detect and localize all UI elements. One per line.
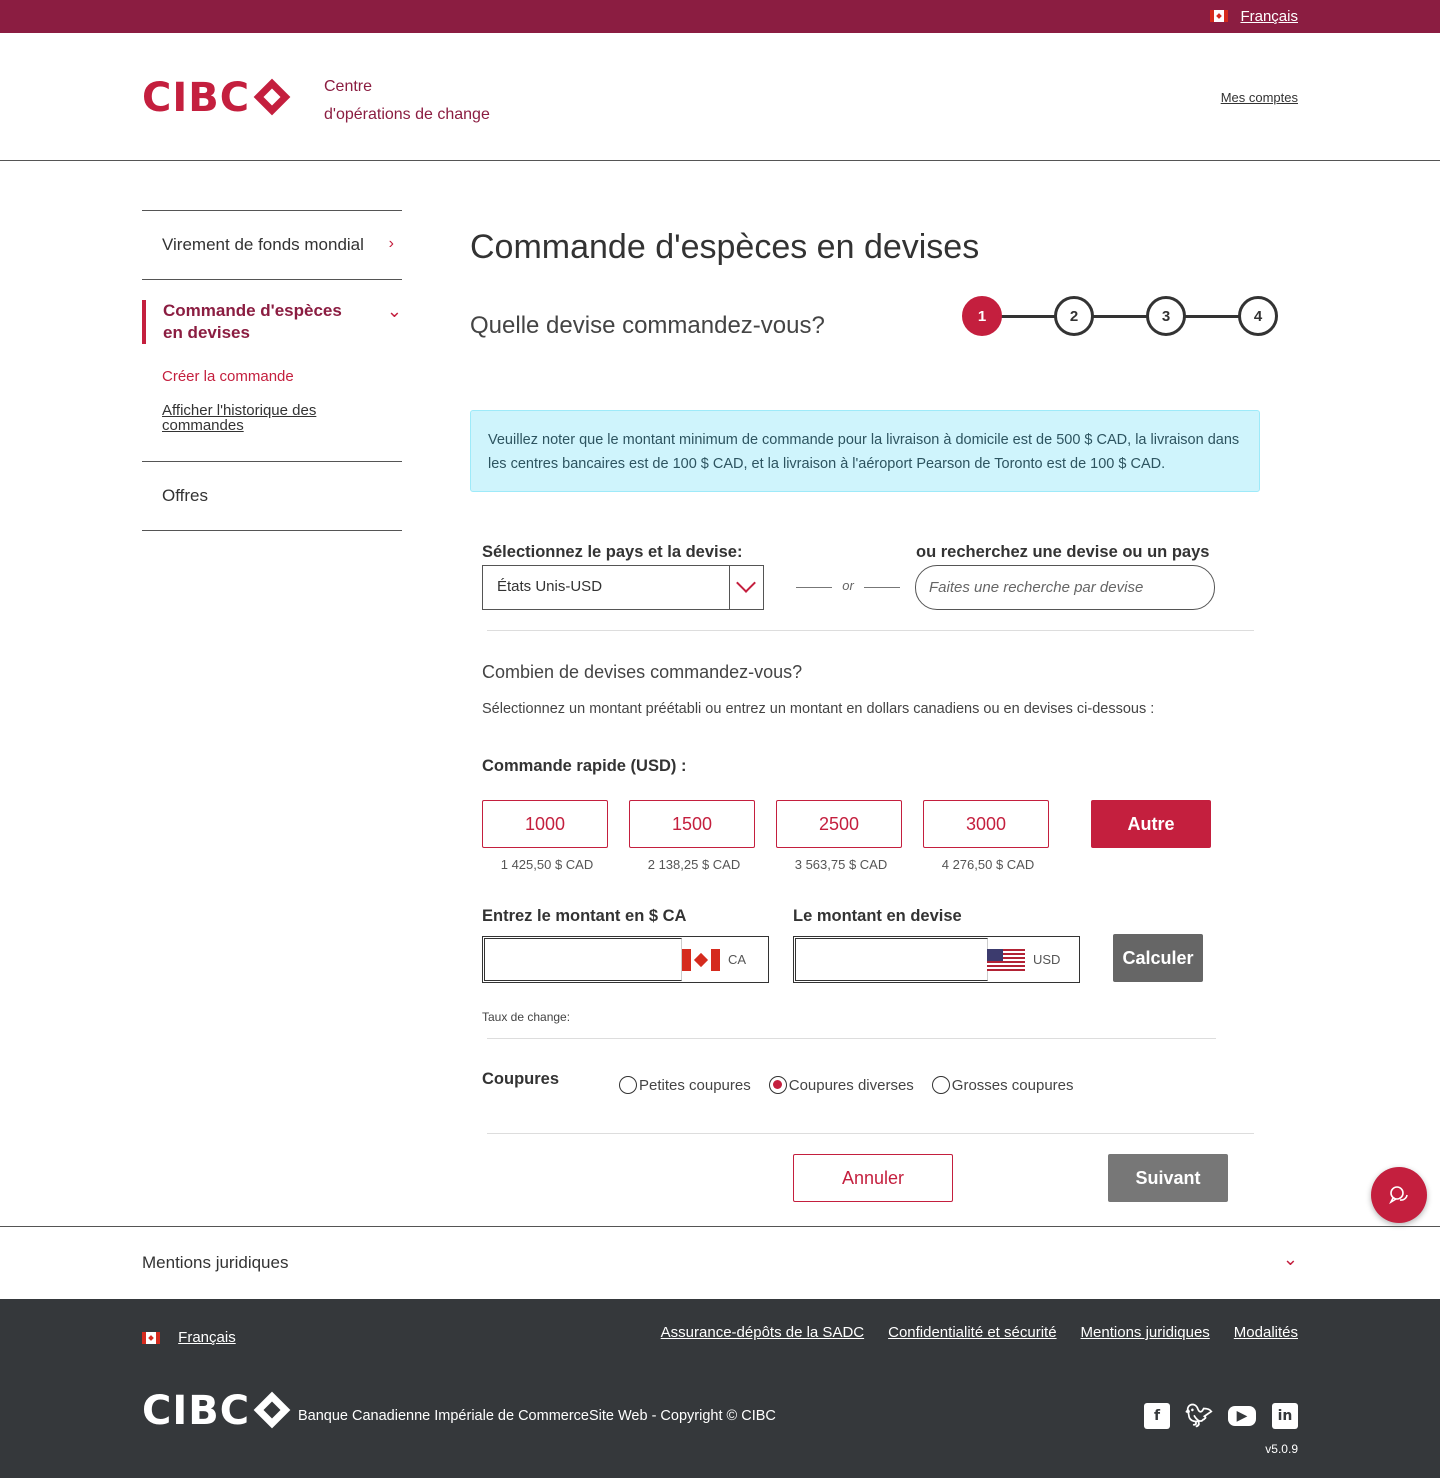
country-currency-label: Sélectionnez le pays et la devise:	[482, 543, 743, 561]
language-toggle-link[interactable]: Français	[1240, 8, 1298, 25]
fx-amount-field: USD	[793, 936, 1080, 983]
cancel-button[interactable]: Annuler	[793, 1154, 953, 1202]
preset-1000-cad: 1 425,50 $ CAD	[500, 857, 594, 872]
chat-icon	[1389, 1186, 1408, 1205]
stepper-connector	[1000, 315, 1056, 318]
radio-large-bills[interactable]: Grosses coupures	[931, 1076, 1074, 1094]
section-divider	[487, 1038, 1216, 1039]
canada-flag-icon	[142, 1332, 160, 1345]
denominations-radio-group: Petites coupures Coupures diverses Gross…	[619, 1076, 1092, 1094]
preset-1500-cad: 2 138,25 $ CAD	[647, 857, 741, 872]
quick-order-label: Commande rapide (USD) :	[482, 757, 687, 775]
cad-amount-input[interactable]	[484, 938, 682, 981]
fx-amount-label: Le montant en devise	[793, 907, 962, 925]
youtube-icon[interactable]: ▶	[1228, 1406, 1256, 1426]
preset-1500-button[interactable]: 1500	[629, 800, 755, 848]
currency-search-input[interactable]	[915, 565, 1215, 610]
copyright-text: Banque Canadienne Impériale de CommerceS…	[298, 1408, 776, 1424]
sidebar-item-global-transfer[interactable]: Virement de fonds mondial ›	[142, 211, 402, 279]
sidebar-item-offers[interactable]: Offres	[142, 462, 402, 530]
canada-flag-icon	[1210, 10, 1228, 22]
country-currency-select[interactable]: États Unis-USD	[482, 565, 764, 610]
step-2: 2	[1054, 296, 1094, 336]
footer-cibc-logo: CIBC	[142, 1391, 294, 1431]
step-1: 1	[962, 296, 1002, 336]
section-divider	[487, 1133, 1254, 1134]
amount-question: Combien de devises commandez-vous?	[482, 662, 803, 682]
denominations-label: Coupures	[482, 1070, 560, 1088]
chevron-down-icon	[729, 566, 763, 609]
preset-3000-cad: 4 276,50 $ CAD	[941, 857, 1035, 872]
sidebar-subitem-create-order[interactable]: Créer la commande	[162, 368, 402, 385]
linkedin-icon[interactable]: in	[1272, 1403, 1298, 1429]
usd-currency-tag: USD	[987, 937, 1079, 982]
chevron-down-icon: ⌄	[1282, 1249, 1298, 1269]
sidebar-divider	[142, 530, 402, 531]
preset-3000-button[interactable]: 3000	[923, 800, 1049, 848]
amount-help-text: Sélectionnez un montant préétabli ou ent…	[482, 701, 1155, 717]
footer-link-terms[interactable]: Modalités	[1234, 1324, 1298, 1341]
stepper-connector	[1184, 315, 1240, 318]
chevron-right-icon: ›	[388, 235, 394, 252]
progress-stepper: 1 2 3 4	[962, 296, 1278, 336]
canada-flag-icon	[682, 948, 720, 971]
footer-link-cdic[interactable]: Assurance-dépôts de la SADC	[661, 1324, 864, 1341]
footer-language-link[interactable]: Français	[178, 1329, 236, 1346]
twitter-icon[interactable]: 🐦︎	[1185, 1403, 1213, 1429]
chevron-down-icon: ⌄	[386, 301, 402, 321]
exchange-rate-label: Taux de change:	[482, 1010, 571, 1024]
radio-mixed-bills[interactable]: Coupures diverses	[768, 1076, 914, 1094]
fx-amount-input[interactable]	[795, 938, 988, 981]
site-header: CIBC Centre d'opérations de change Mes c…	[0, 33, 1440, 161]
other-amount-button[interactable]: Autre	[1091, 800, 1211, 848]
cibc-logo-mark-icon	[252, 1391, 294, 1429]
radio-button[interactable]	[931, 1076, 950, 1094]
social-links: f 🐦︎ ▶ in	[1128, 1403, 1298, 1429]
cad-amount-field: CA	[482, 936, 769, 983]
or-separator: or	[796, 578, 900, 596]
stepper-connector	[1092, 315, 1148, 318]
top-bar: Français	[0, 0, 1440, 33]
us-flag-icon	[987, 948, 1025, 971]
sidebar-subitem-order-history[interactable]: Afficher l'historique des commandes	[162, 403, 362, 433]
my-accounts-link[interactable]: Mes comptes	[1221, 90, 1298, 105]
step-3: 3	[1146, 296, 1186, 336]
facebook-icon[interactable]: f	[1144, 1403, 1170, 1429]
footer-link-privacy[interactable]: Confidentialité et sécurité	[888, 1324, 1056, 1341]
calculate-button[interactable]: Calculer	[1113, 934, 1203, 982]
radio-button[interactable]	[619, 1076, 637, 1094]
preset-2500-cad: 3 563,75 $ CAD	[794, 857, 888, 872]
cibc-logo-mark-icon	[252, 78, 294, 116]
step-question: Quelle devise commandez-vous?	[470, 312, 825, 339]
cad-currency-tag: CA	[682, 937, 768, 982]
app-version: v5.0.9	[1265, 1442, 1298, 1456]
search-label: ou recherchez une devise ou un pays	[916, 543, 1210, 561]
radio-button-selected[interactable]	[768, 1076, 787, 1094]
cad-amount-label: Entrez le montant en $ CA	[482, 907, 687, 925]
footer-link-legal[interactable]: Mentions juridiques	[1081, 1324, 1210, 1341]
footer-language: Français	[142, 1329, 236, 1346]
legal-accordion[interactable]: Mentions juridiques ⌄	[0, 1226, 1440, 1300]
next-button[interactable]: Suivant	[1108, 1154, 1228, 1202]
preset-2500-button[interactable]: 2500	[776, 800, 902, 848]
step-4: 4	[1238, 296, 1278, 336]
footer-links: Assurance-dépôts de la SADC Confidential…	[637, 1324, 1298, 1341]
legal-accordion-label: Mentions juridiques	[142, 1253, 289, 1272]
page-title: Commande d'espèces en devises	[470, 228, 980, 266]
cibc-logo[interactable]: CIBC	[142, 78, 294, 118]
sidebar-divider	[142, 279, 402, 280]
sidebar-item-cash-order[interactable]: Commande d'espèces en devises ⌄	[142, 300, 402, 344]
section-divider	[487, 630, 1254, 631]
chat-button[interactable]	[1371, 1167, 1427, 1223]
sidebar-nav: Virement de fonds mondial › Commande d'e…	[142, 210, 402, 531]
preset-1000-button[interactable]: 1000	[482, 800, 608, 848]
site-subtitle: Centre d'opérations de change	[324, 78, 490, 123]
site-footer: Français Assurance-dépôts de la SADC Con…	[0, 1299, 1440, 1478]
minimum-order-notice: Veuillez noter que le montant minimum de…	[470, 410, 1260, 492]
radio-small-bills[interactable]: Petites coupures	[619, 1076, 751, 1094]
